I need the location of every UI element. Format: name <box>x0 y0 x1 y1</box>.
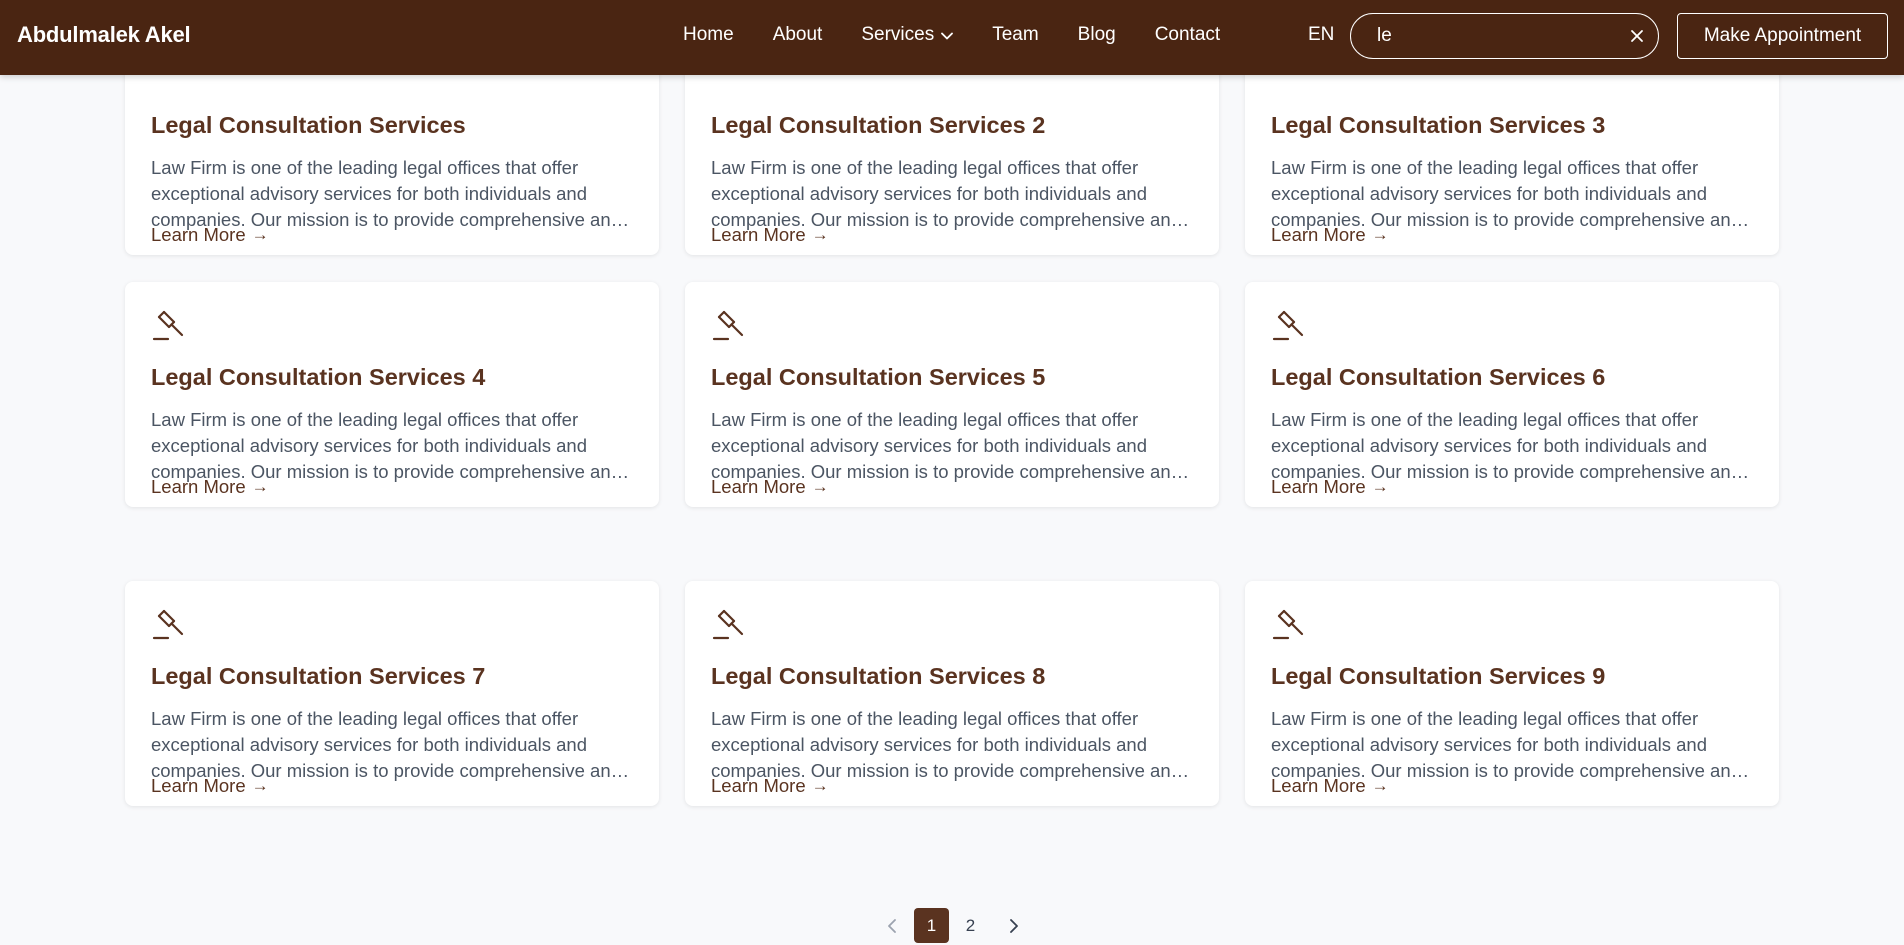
service-card: Legal Consultation Services 6 Law Firm i… <box>1245 282 1779 507</box>
page-button-2[interactable]: 2 <box>953 908 988 943</box>
arrow-right-icon: → <box>811 776 829 795</box>
service-card-title: Legal Consultation Services 5 <box>711 364 1046 390</box>
service-card-description: Law Firm is one of the leading legal off… <box>151 708 621 781</box>
learn-more-label: Learn More <box>1271 476 1366 497</box>
nav-home[interactable]: Home <box>683 24 734 46</box>
learn-more-link[interactable]: Learn More → <box>1271 224 1389 246</box>
chevron-left-icon[interactable] <box>874 908 909 943</box>
nav-services-label: Services <box>861 24 935 45</box>
learn-more-link[interactable]: Learn More → <box>1271 775 1389 797</box>
service-card: Legal Consultation Services 8 Law Firm i… <box>685 581 1219 806</box>
learn-more-label: Learn More <box>151 476 246 497</box>
service-card-description: Law Firm is one of the leading legal off… <box>1271 708 1741 781</box>
learn-more-label: Learn More <box>151 224 246 245</box>
search-box <box>1350 13 1659 59</box>
service-card-description: Law Firm is one of the leading legal off… <box>1271 157 1741 230</box>
service-card-description: Law Firm is one of the leading legal off… <box>151 157 621 230</box>
service-card-title: Legal Consultation Services 7 <box>151 663 486 689</box>
learn-more-label: Learn More <box>711 775 806 796</box>
service-card: Legal Consultation Services 9 Law Firm i… <box>1245 581 1779 806</box>
learn-more-link[interactable]: Learn More → <box>151 476 269 498</box>
gavel-icon <box>151 607 187 643</box>
learn-more-link[interactable]: Learn More → <box>711 476 829 498</box>
service-card: Legal Consultation Services 7 Law Firm i… <box>125 581 659 806</box>
gavel-icon <box>1271 607 1307 643</box>
arrow-right-icon: → <box>251 776 269 795</box>
service-card-title: Legal Consultation Services 3 <box>1271 112 1606 138</box>
service-card-title: Legal Consultation Services 6 <box>1271 364 1606 390</box>
language-switcher[interactable]: EN <box>1308 24 1334 46</box>
gavel-icon <box>151 308 187 344</box>
service-card: Legal Consultation Services 4 Law Firm i… <box>125 282 659 507</box>
search-input[interactable] <box>1377 23 1617 49</box>
service-card-description: Law Firm is one of the leading legal off… <box>151 409 621 482</box>
service-card-title: Legal Consultation Services 9 <box>1271 663 1606 689</box>
service-card-description: Law Firm is one of the leading legal off… <box>711 409 1181 482</box>
learn-more-label: Learn More <box>151 775 246 796</box>
gavel-icon <box>711 308 747 344</box>
nav-blog[interactable]: Blog <box>1078 24 1116 46</box>
learn-more-link[interactable]: Learn More → <box>711 775 829 797</box>
service-card-description: Law Firm is one of the leading legal off… <box>711 157 1181 230</box>
arrow-right-icon: → <box>811 477 829 496</box>
learn-more-link[interactable]: Learn More → <box>1271 476 1389 498</box>
learn-more-label: Learn More <box>711 476 806 497</box>
chevron-right-icon[interactable] <box>996 908 1031 943</box>
service-card-title: Legal Consultation Services 8 <box>711 663 1046 689</box>
service-card: Legal Consultation Services 5 Law Firm i… <box>685 282 1219 507</box>
arrow-right-icon: → <box>251 225 269 244</box>
learn-more-link[interactable]: Learn More → <box>151 224 269 246</box>
nav-contact[interactable]: Contact <box>1155 24 1220 46</box>
close-icon[interactable] <box>1628 27 1646 45</box>
page-button-1[interactable]: 1 <box>914 908 949 943</box>
main-nav: Home About Services Team Blog Contact <box>683 24 1259 46</box>
nav-team[interactable]: Team <box>992 24 1038 46</box>
service-card-title: Legal Consultation Services <box>151 112 466 138</box>
gavel-icon <box>1271 308 1307 344</box>
arrow-right-icon: → <box>251 477 269 496</box>
service-card-description: Law Firm is one of the leading legal off… <box>711 708 1181 781</box>
arrow-right-icon: → <box>1371 477 1389 496</box>
make-appointment-button[interactable]: Make Appointment <box>1677 13 1888 59</box>
arrow-right-icon: → <box>1371 776 1389 795</box>
learn-more-link[interactable]: Learn More → <box>711 224 829 246</box>
top-navbar: Abdulmalek Akel Home About Services Team… <box>0 0 1904 75</box>
learn-more-label: Learn More <box>1271 775 1366 796</box>
service-card-description: Law Firm is one of the leading legal off… <box>1271 409 1741 482</box>
pagination: 1 2 <box>0 908 1904 944</box>
learn-more-label: Learn More <box>1271 224 1366 245</box>
arrow-right-icon: → <box>1371 225 1389 244</box>
nav-about[interactable]: About <box>773 24 823 46</box>
nav-services[interactable]: Services <box>861 24 954 46</box>
chevron-down-icon <box>941 24 954 46</box>
service-card-title: Legal Consultation Services 2 <box>711 112 1046 138</box>
brand-logo-text[interactable]: Abdulmalek Akel <box>17 22 191 48</box>
gavel-icon <box>711 607 747 643</box>
service-card-title: Legal Consultation Services 4 <box>151 364 486 390</box>
arrow-right-icon: → <box>811 225 829 244</box>
learn-more-label: Learn More <box>711 224 806 245</box>
learn-more-link[interactable]: Learn More → <box>151 775 269 797</box>
